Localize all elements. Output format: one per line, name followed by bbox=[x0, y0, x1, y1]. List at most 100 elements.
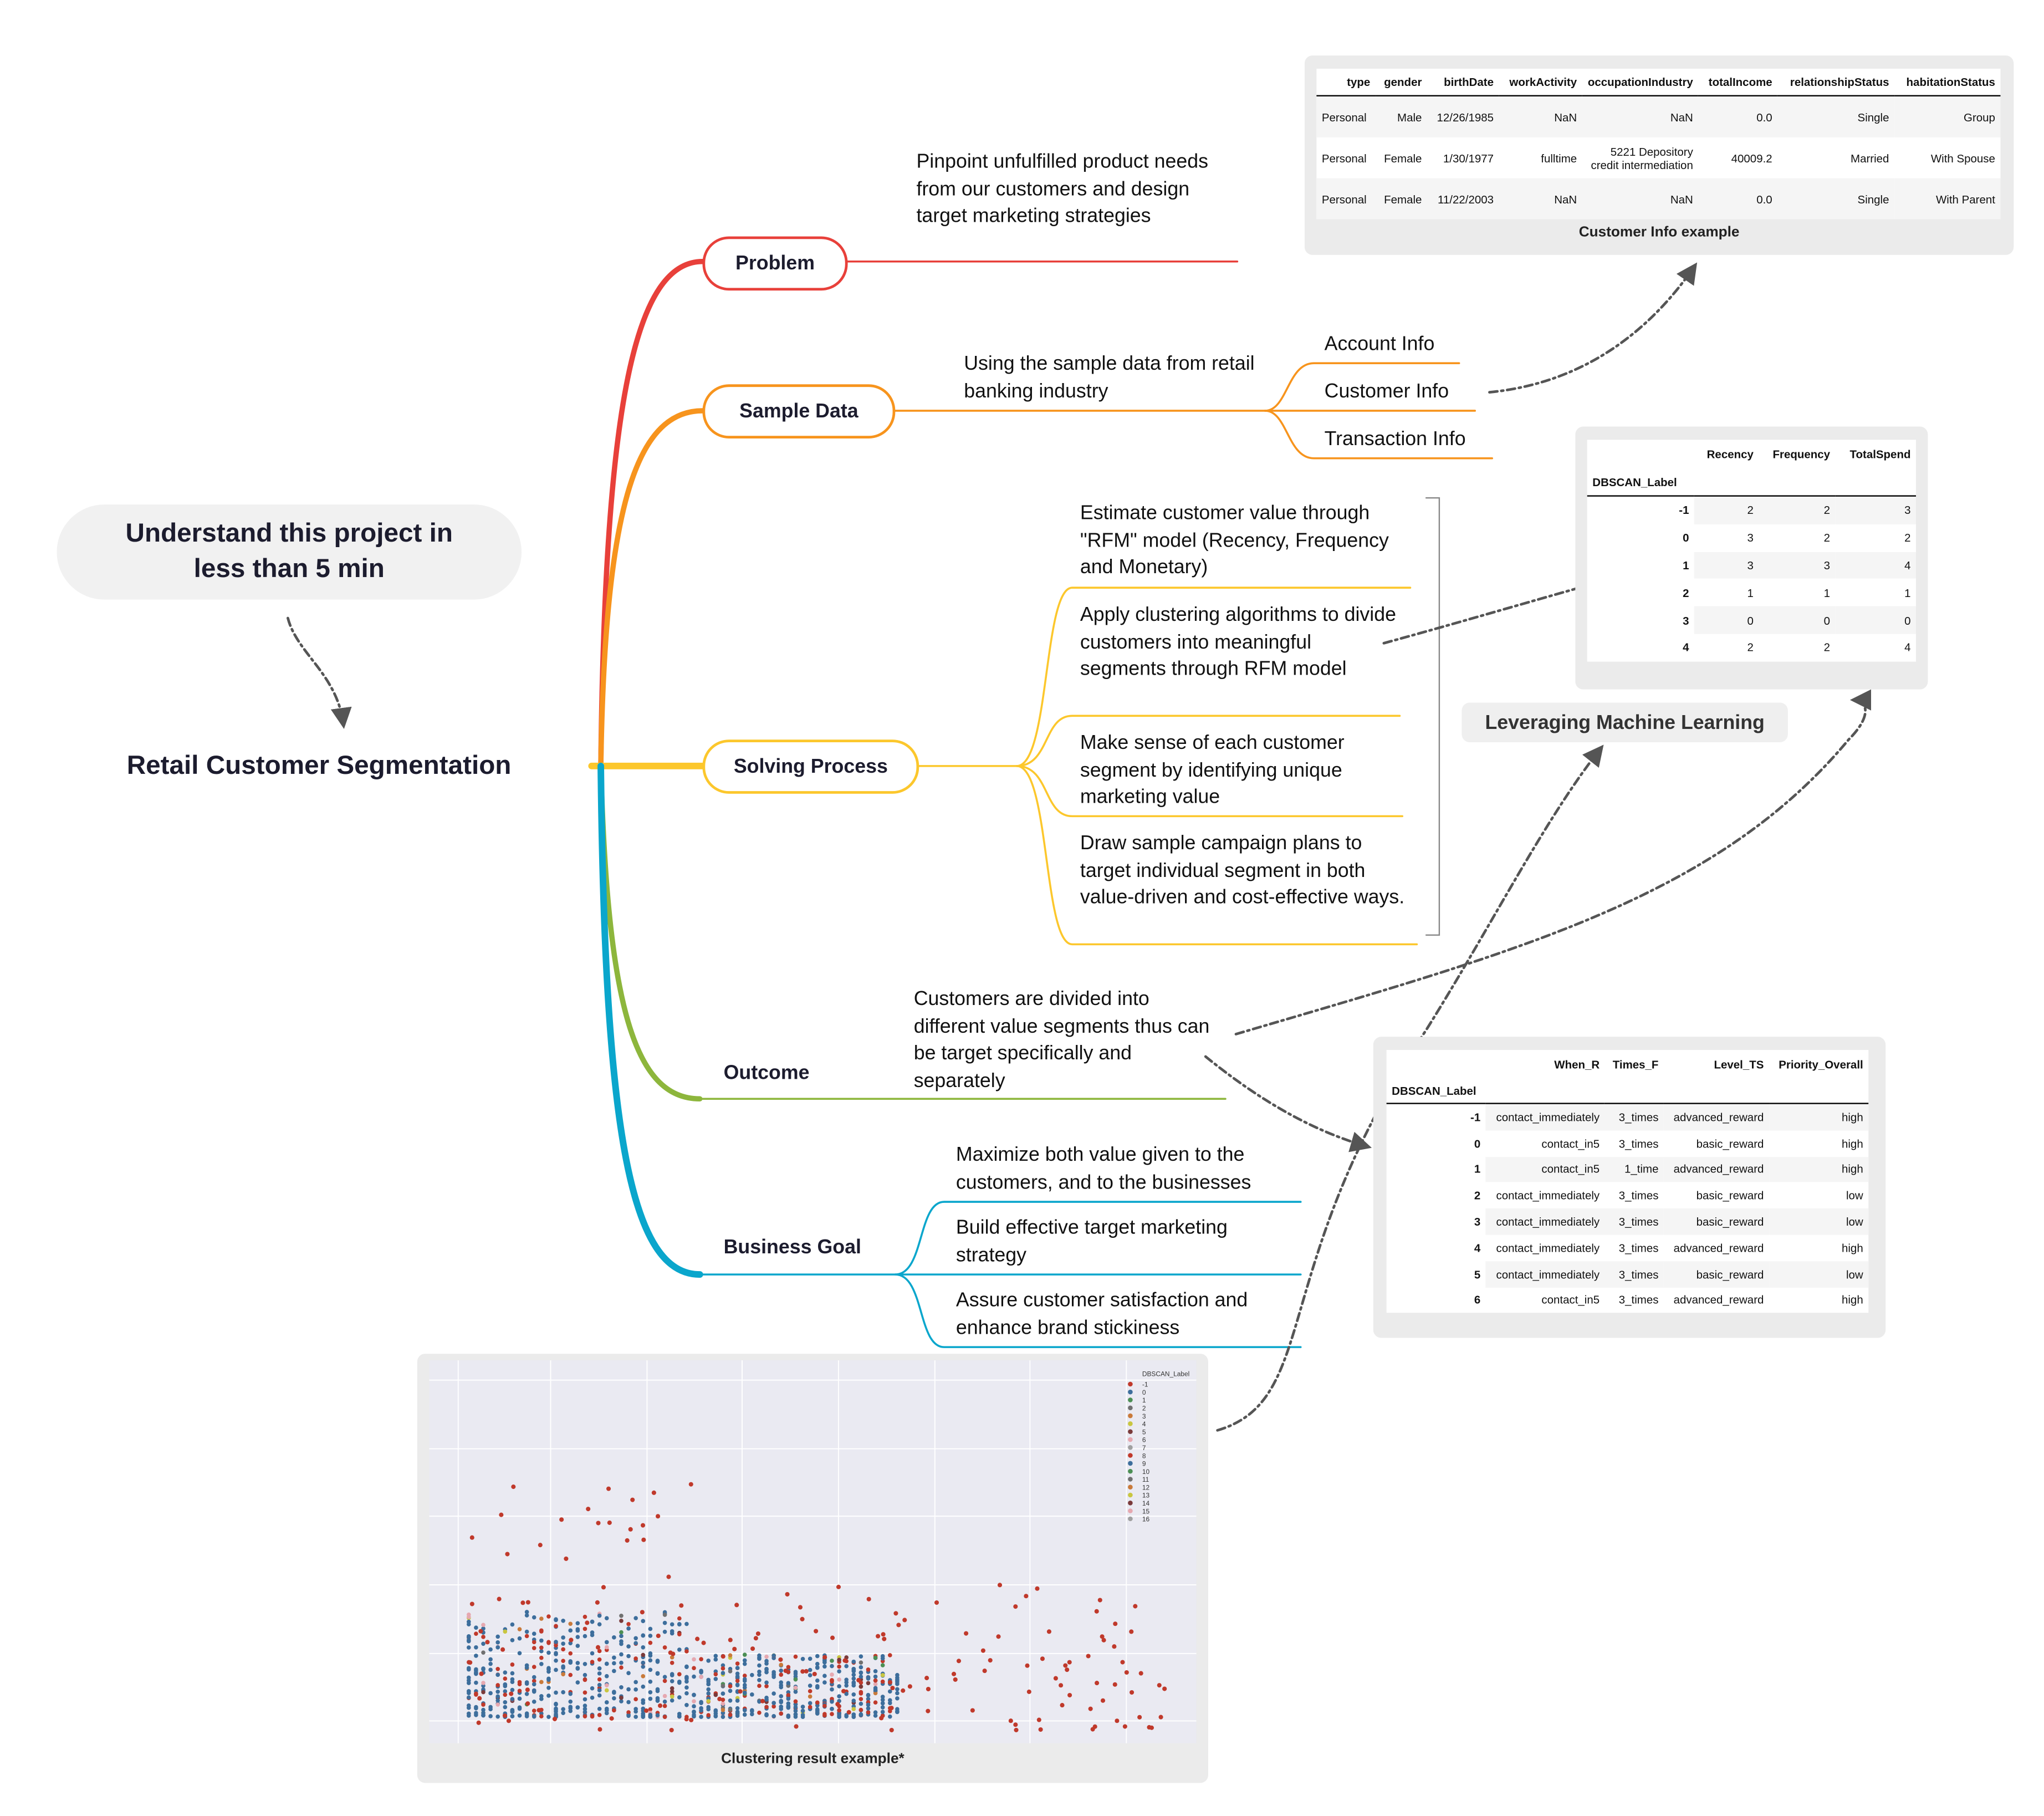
outlier-point bbox=[597, 1727, 602, 1732]
outlier-point bbox=[783, 1668, 788, 1674]
data-point bbox=[735, 1698, 740, 1703]
data-point bbox=[554, 1640, 558, 1644]
data-point bbox=[866, 1667, 871, 1672]
outlier-point bbox=[953, 1677, 958, 1682]
data-point bbox=[510, 1638, 515, 1642]
data-point bbox=[706, 1682, 711, 1686]
table-cell: advanced_reward bbox=[1673, 1293, 1764, 1307]
data-point bbox=[837, 1664, 841, 1669]
outlier-point bbox=[876, 1634, 881, 1639]
legend-label: 2 bbox=[1142, 1405, 1146, 1412]
data-point bbox=[720, 1707, 725, 1712]
outcome-node[interactable]: Outcome bbox=[724, 1062, 810, 1085]
solving-step-2: Apply clustering algorithms to divide cu… bbox=[1080, 603, 1397, 680]
outlier-point bbox=[656, 1514, 661, 1519]
data-point bbox=[837, 1708, 841, 1713]
branch-goal bbox=[597, 762, 703, 1278]
data-point bbox=[793, 1699, 798, 1704]
data-point bbox=[633, 1715, 638, 1719]
data-point bbox=[859, 1697, 863, 1701]
column-header: type bbox=[1316, 68, 1376, 96]
data-point bbox=[633, 1680, 638, 1685]
table-cell: 5221 Depository credit intermediation bbox=[1591, 144, 1693, 171]
data-point bbox=[597, 1693, 602, 1698]
data-point bbox=[706, 1659, 711, 1663]
outlier-point bbox=[1149, 1725, 1154, 1730]
row-index: 2 bbox=[1683, 586, 1689, 600]
data-point bbox=[764, 1654, 769, 1659]
data-point bbox=[837, 1684, 841, 1689]
data-point bbox=[648, 1679, 653, 1684]
table-cell: 4 bbox=[1835, 551, 1917, 579]
table-cell: Personal bbox=[1316, 178, 1376, 220]
outcome-text: Customers are divided into different val… bbox=[913, 988, 1210, 1092]
table-row: 0 contact_in5 3_times basic_reward high bbox=[1387, 1130, 1869, 1156]
table-cell: 3_times bbox=[1604, 1261, 1664, 1287]
data-point bbox=[764, 1680, 769, 1685]
outlier-point bbox=[511, 1485, 516, 1489]
data-point bbox=[895, 1691, 900, 1696]
data-point bbox=[786, 1701, 791, 1706]
solving-step-1: Estimate customer value through "RFM" mo… bbox=[1080, 502, 1389, 579]
data-point bbox=[764, 1670, 769, 1674]
data-point bbox=[626, 1621, 631, 1626]
table-cell: 3_times bbox=[1618, 1293, 1659, 1307]
data-point bbox=[815, 1678, 820, 1683]
data-point bbox=[524, 1714, 529, 1718]
outlier-point bbox=[641, 1537, 646, 1542]
data-point bbox=[851, 1707, 856, 1711]
outlier-point bbox=[1008, 1718, 1013, 1723]
legend-label: 12 bbox=[1142, 1483, 1150, 1491]
data-point bbox=[568, 1621, 573, 1626]
data-point bbox=[524, 1681, 529, 1686]
data-point bbox=[895, 1687, 900, 1692]
problem-node[interactable]: Problem bbox=[702, 236, 848, 291]
outlier-point bbox=[1094, 1609, 1099, 1614]
column-header: Priority_Overall bbox=[1779, 1058, 1863, 1072]
data-point bbox=[626, 1700, 631, 1705]
column-header: Frequency bbox=[1772, 447, 1831, 461]
data-point bbox=[713, 1672, 718, 1677]
data-point bbox=[575, 1635, 580, 1639]
data-point bbox=[895, 1709, 900, 1713]
data-point bbox=[495, 1694, 500, 1699]
table-cell: 11/22/2003 bbox=[1427, 178, 1499, 220]
data-point bbox=[779, 1700, 784, 1705]
data-point bbox=[713, 1692, 718, 1697]
table-row: 0 3 2 2 bbox=[1587, 524, 1916, 552]
data-point bbox=[633, 1656, 638, 1661]
outlier-point bbox=[1065, 1667, 1070, 1672]
table-cell: Personal bbox=[1316, 95, 1376, 137]
outlier-point bbox=[934, 1600, 939, 1605]
data-point bbox=[575, 1705, 580, 1710]
data-point bbox=[837, 1715, 841, 1720]
outlier-point bbox=[964, 1631, 969, 1636]
data-point bbox=[524, 1665, 529, 1670]
table-cell: 0.0 bbox=[1698, 178, 1778, 220]
solving-process-node[interactable]: Solving Process bbox=[702, 739, 919, 794]
data-point bbox=[554, 1707, 558, 1712]
outlier-point bbox=[469, 1535, 474, 1540]
data-point bbox=[866, 1681, 871, 1686]
sample-data-text: Using the sample data from retail bankin… bbox=[964, 353, 1255, 402]
data-point bbox=[619, 1660, 624, 1665]
segment-action-table: When_R Times_F Level_TS Priority_Overall DBS… bbox=[1386, 1050, 1869, 1314]
data-point bbox=[662, 1645, 667, 1650]
legend-label: 6 bbox=[1142, 1436, 1146, 1444]
table-cell: 3_times bbox=[1604, 1208, 1664, 1235]
index-name: DBSCAN_Label bbox=[1386, 1079, 1486, 1104]
outlier-point bbox=[1120, 1660, 1125, 1665]
sample-data-node[interactable]: Sample Data bbox=[702, 384, 896, 438]
data-point bbox=[619, 1641, 624, 1646]
table-row: 5 contact_immediately 3_times basic_reward l… bbox=[1387, 1261, 1869, 1287]
data-point bbox=[612, 1661, 616, 1666]
outlier-point bbox=[477, 1696, 482, 1701]
data-point bbox=[510, 1714, 515, 1718]
data-point bbox=[641, 1674, 646, 1679]
data-point bbox=[597, 1677, 602, 1682]
data-point bbox=[735, 1683, 740, 1687]
data-point bbox=[554, 1658, 558, 1663]
table-cell: 3 bbox=[1759, 551, 1836, 579]
branch-problem bbox=[598, 258, 706, 769]
business-goal-node[interactable]: Business Goal bbox=[724, 1236, 861, 1259]
